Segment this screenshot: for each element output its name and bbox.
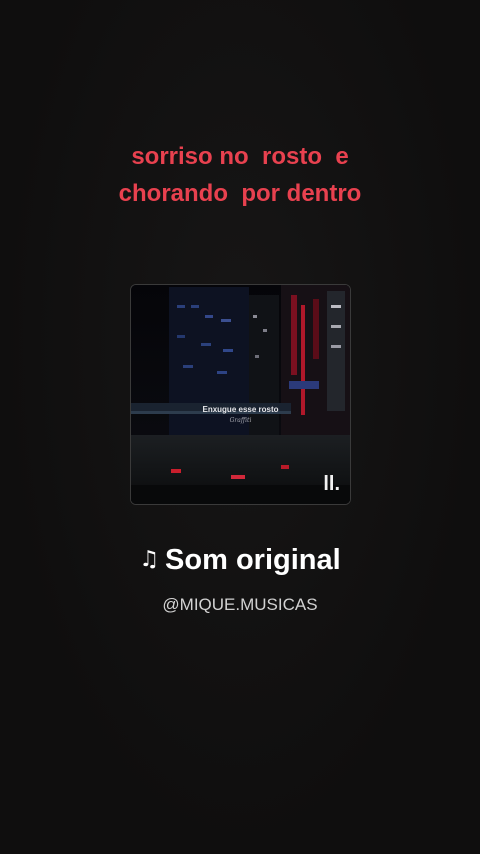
cover-signature: Graffiti xyxy=(229,417,252,424)
cover-lyric-text: Enxugue esse rosto xyxy=(202,405,279,414)
app-logo-watermark: ll. xyxy=(323,473,340,495)
sound-title: Som original xyxy=(165,544,341,576)
cover-city-artwork xyxy=(131,285,350,504)
overlay-caption: sorriso no rosto e chorando por dentro xyxy=(118,143,362,207)
music-note-icon: ♫ xyxy=(139,547,160,572)
album-cover[interactable]: Enxugue esse rosto Graffiti ll. xyxy=(130,284,351,505)
sound-author[interactable]: @MIQUE.MUSICAS xyxy=(0,594,480,616)
sound-title-row[interactable]: ♫ Som original xyxy=(0,540,480,580)
